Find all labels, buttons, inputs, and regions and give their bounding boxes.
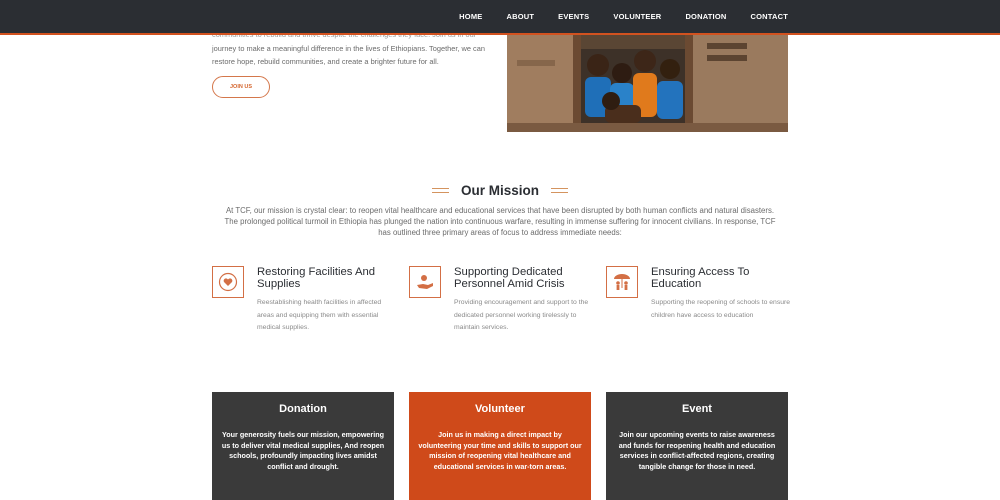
mission-title: Our Mission xyxy=(460,183,539,198)
card-text: Join us in making a direct impact by vol… xyxy=(418,430,582,471)
focus-title: Ensuring Access To Education xyxy=(651,266,750,290)
volunteer-card[interactable]: Volunteer Join us in making a direct imp… xyxy=(409,392,591,500)
card-title: Donation xyxy=(279,403,327,415)
hero-text-body: journey to make a meaningful difference … xyxy=(212,43,485,67)
focus-title: Restoring Facilities And Supplies xyxy=(257,266,376,290)
nav-volunteer[interactable]: VOLUNTEER xyxy=(613,12,661,21)
nav-donation[interactable]: DONATION xyxy=(685,12,726,21)
title-decoration-right xyxy=(551,188,568,193)
focus-description: Reestablishing health facilities in affe… xyxy=(257,299,382,332)
nav-contact[interactable]: CONTACT xyxy=(750,12,788,21)
nav-about[interactable]: ABOUT xyxy=(506,12,534,21)
mission-heading-row: Our Mission xyxy=(0,183,1000,198)
focus-description: Providing encouragement and support to t… xyxy=(454,299,589,332)
card-title: Volunteer xyxy=(475,403,525,415)
event-card[interactable]: Event Join our upcoming events to raise … xyxy=(606,392,788,500)
card-text: Join our upcoming events to raise awaren… xyxy=(618,430,776,471)
card-title: Event xyxy=(682,403,712,415)
mission-description: At TCF, our mission is crystal clear: to… xyxy=(224,206,776,237)
title-decoration-left xyxy=(431,188,449,193)
children-umbrella-icon xyxy=(606,266,638,298)
card-text: Your generosity fuels our mission, empow… xyxy=(221,430,385,471)
focus-title: Supporting Dedicated Personnel Amid Cris… xyxy=(454,266,565,290)
nav-home[interactable]: HOME xyxy=(459,12,482,21)
join-us-button[interactable]: JOIN US xyxy=(212,76,270,98)
nav-events[interactable]: EVENTS xyxy=(558,12,589,21)
helping-hand-icon xyxy=(409,266,441,298)
top-navbar: HOME ABOUT EVENTS VOLUNTEER DONATION CON… xyxy=(0,0,1000,35)
heart-hands-icon xyxy=(212,266,244,298)
main-nav: HOME ABOUT EVENTS VOLUNTEER DONATION CON… xyxy=(435,0,788,33)
donation-card[interactable]: Donation Your generosity fuels our missi… xyxy=(212,392,394,500)
children-at-window-photo xyxy=(507,35,788,132)
hero-photo-art xyxy=(507,35,788,132)
focus-description: Supporting the reopening of schools to e… xyxy=(651,299,791,319)
